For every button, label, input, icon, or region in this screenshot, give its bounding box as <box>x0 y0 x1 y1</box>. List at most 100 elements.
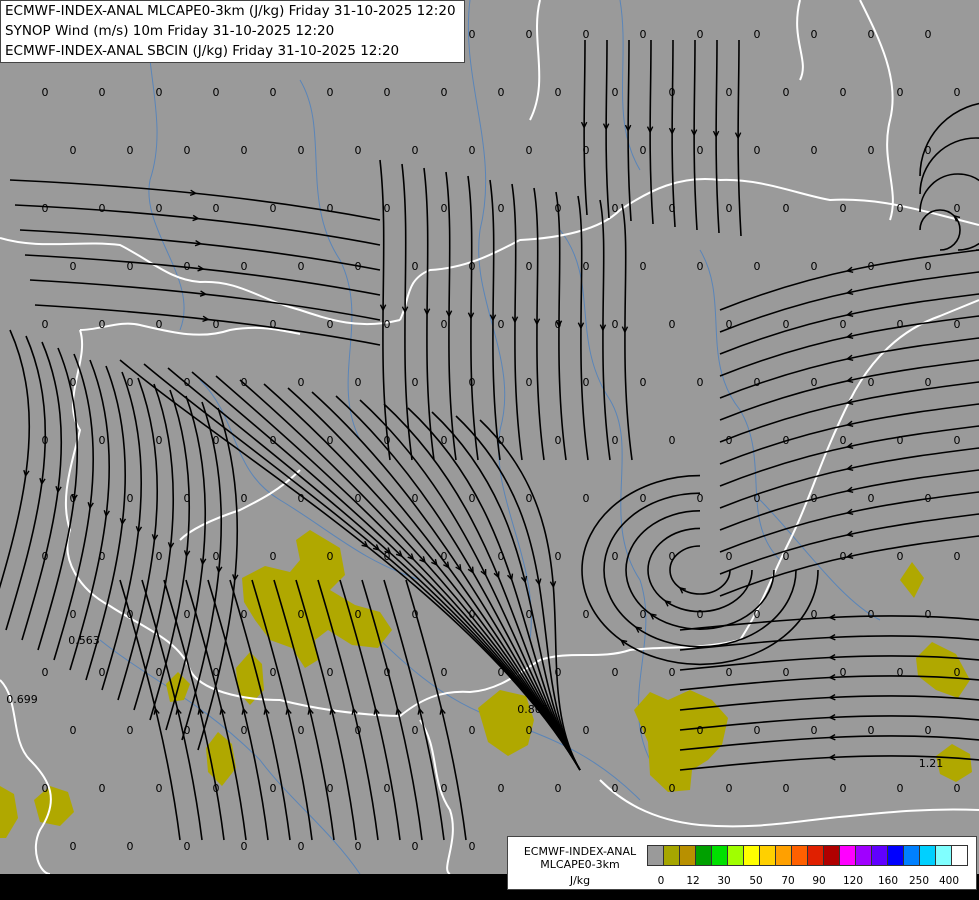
cin-value: 0 <box>184 724 191 737</box>
map-title-box: ECMWF-INDEX-ANAL MLCAPE0-3km (J/kg) Frid… <box>0 0 465 63</box>
cin-value: 0 <box>498 550 505 563</box>
river <box>559 229 651 761</box>
cin-value: 0 <box>42 550 49 563</box>
cin-value: 0 <box>241 260 248 273</box>
cin-value: 0 <box>783 782 790 795</box>
cin-value: 0 <box>754 260 761 273</box>
cin-value: 0 <box>99 202 106 215</box>
legend-swatch <box>951 845 968 866</box>
cin-value: 0 <box>384 782 391 795</box>
cin-value: 0 <box>811 144 818 157</box>
cin-value: 0 <box>669 782 676 795</box>
cin-value: 0 <box>99 318 106 331</box>
cin-value: 0 <box>954 550 961 563</box>
cin-value: 0 <box>184 260 191 273</box>
cin-value: 0 <box>526 608 533 621</box>
legend-tick-label: 160 <box>877 875 899 887</box>
cin-value: 0 <box>327 782 334 795</box>
cin-value: 0 <box>469 840 476 853</box>
cin-value: 0 <box>583 28 590 41</box>
cin-value: 0 <box>412 724 419 737</box>
cin-value: 0 <box>412 840 419 853</box>
cin-value: 0 <box>42 666 49 679</box>
cin-value: 0 <box>156 666 163 679</box>
cin-value: 0 <box>640 724 647 737</box>
legend-swatch <box>903 845 920 866</box>
cin-value-special: 0.563 <box>68 634 100 647</box>
cin-value: 0 <box>241 840 248 853</box>
country-border <box>79 322 301 336</box>
cin-value: 0 <box>868 376 875 389</box>
river <box>299 79 361 441</box>
cape-area <box>900 562 924 598</box>
cin-value: 0 <box>783 666 790 679</box>
cin-value: 0 <box>213 318 220 331</box>
legend-tick-label: 120 <box>842 875 864 887</box>
cin-value: 0 <box>612 318 619 331</box>
cin-value: 0 <box>840 434 847 447</box>
map-view[interactable]: 0 0 0 0 0 0 0 0 0 0 0 0 0 0 0 0 0 0 0 0 0 0 0 0 0 0 0 0 0 0 0 0 0 0 0 0 0 0 0 0… <box>0 0 979 900</box>
cin-value: 0 <box>897 202 904 215</box>
cin-value: 0 <box>298 608 305 621</box>
river <box>759 499 881 621</box>
country-border <box>529 0 541 121</box>
cin-value: 0 <box>925 608 932 621</box>
cin-value: 0 <box>555 782 562 795</box>
cin-value: 0 <box>469 28 476 41</box>
legend-swatch <box>727 845 744 866</box>
streamline <box>603 492 797 648</box>
cin-value: 0 <box>70 144 77 157</box>
cin-value: 0 <box>469 376 476 389</box>
legend-swatch <box>919 845 936 866</box>
cin-value: 0 <box>526 724 533 737</box>
weather-map[interactable]: 0 0 0 0 0 0 0 0 0 0 0 0 0 0 0 0 0 0 0 0 0 0 0 0 0 0 0 0 0 0 0 0 0 0 0 0 0 0 0 0… <box>0 0 979 900</box>
cin-value: 0 <box>270 318 277 331</box>
cin-value: 0 <box>640 28 647 41</box>
cin-value: 0 <box>697 28 704 41</box>
cin-value: 0 <box>241 492 248 505</box>
streamline <box>719 359 979 421</box>
cin-value: 0 <box>811 492 818 505</box>
cin-value: 0 <box>697 144 704 157</box>
cin-value: 0 <box>298 840 305 853</box>
color-legend: ECMWF-INDEX-ANAL MLCAPE0-3km J/kg 0 12 30 5… <box>507 836 977 890</box>
cin-value: 0 <box>612 434 619 447</box>
cin-value: 0 <box>127 492 134 505</box>
cin-value: 0 <box>99 666 106 679</box>
cin-value: 0 <box>783 434 790 447</box>
cin-value: 0 <box>498 782 505 795</box>
cin-value: 0 <box>298 144 305 157</box>
cin-value: 0 <box>726 86 733 99</box>
legend-swatch <box>935 845 952 866</box>
legend-title-line2: MLCAPE0-3km <box>540 858 620 871</box>
cin-value: 0 <box>270 782 277 795</box>
cin-value: 0 <box>327 434 334 447</box>
legend-unit: J/kg <box>569 874 591 887</box>
cin-value-special: 0.699 <box>6 693 38 706</box>
cin-value: 0 <box>298 260 305 273</box>
cin-value: 0 <box>241 144 248 157</box>
cin-value: 0 <box>726 782 733 795</box>
cin-value: 0 <box>726 318 733 331</box>
legend-tick-label: 400 <box>938 875 960 887</box>
cin-value: 0 <box>156 86 163 99</box>
river <box>699 249 781 561</box>
cin-value: 0 <box>441 202 448 215</box>
cin-value: 0 <box>669 86 676 99</box>
legend-swatch <box>871 845 888 866</box>
cin-value: 0 <box>669 434 676 447</box>
cin-value: 0 <box>156 318 163 331</box>
cin-value: 0 <box>355 492 362 505</box>
cin-value: 0 <box>184 144 191 157</box>
streamline <box>445 171 457 461</box>
cape-area <box>0 786 18 838</box>
cin-value: 0 <box>669 666 676 679</box>
cin-value: 0 <box>498 666 505 679</box>
cin-value: 0 <box>868 144 875 157</box>
cin-value: 0 <box>612 86 619 99</box>
cin-value: 0 <box>469 144 476 157</box>
cin-value: 0 <box>925 376 932 389</box>
cin-value: 0 <box>441 434 448 447</box>
cin-value: 0 <box>298 376 305 389</box>
legend-swatch <box>839 845 856 866</box>
